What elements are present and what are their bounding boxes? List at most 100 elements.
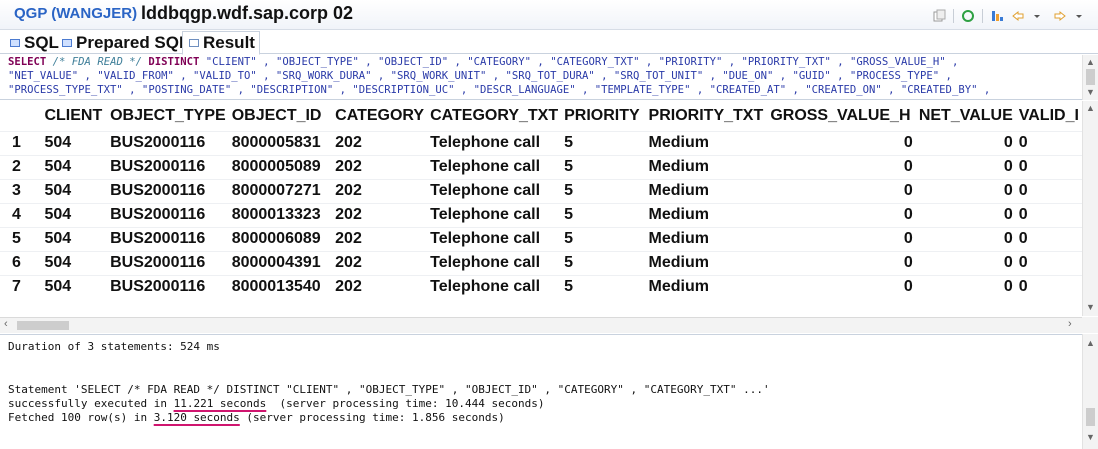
table-cell[interactable]: BUS2000116 (107, 274, 229, 299)
table-row[interactable]: 1 504 BUS2000116 8000005831 202 Telephone cal… (0, 130, 1082, 155)
table-cell[interactable]: 504 (41, 250, 108, 275)
row-number[interactable]: 2 (0, 154, 42, 179)
grid-vertical-scrollbar[interactable]: ▲ ▼ (1082, 101, 1098, 316)
table-cell[interactable]: 5 (561, 250, 646, 275)
table-cell[interactable]: 8000006089 (228, 226, 333, 251)
table-row[interactable]: 6 504 BUS2000116 8000004391 202 Telephone cal… (0, 250, 1082, 275)
tab-sql[interactable]: SQL (4, 32, 63, 54)
table-cell[interactable]: 504 (41, 154, 108, 179)
column-header[interactable]: PRIORITY (561, 101, 645, 131)
table-cell[interactable]: Medium (645, 178, 768, 203)
row-number[interactable]: 7 (0, 274, 42, 299)
table-cell[interactable]: 8000013323 (228, 202, 333, 227)
table-cell[interactable]: Medium (645, 130, 768, 155)
table-cell[interactable]: 8000005831 (228, 130, 333, 155)
table-cell[interactable]: 0 (1015, 178, 1082, 203)
table-cell[interactable]: 0 (915, 226, 1016, 251)
table-cell[interactable]: 5 (561, 130, 646, 155)
row-number[interactable]: 5 (0, 226, 42, 251)
table-cell[interactable]: Telephone call (427, 154, 562, 179)
forward-arrow-icon[interactable] (1053, 9, 1067, 23)
table-cell[interactable]: 504 (41, 226, 108, 251)
column-header[interactable]: OBJECT_TYPE (107, 101, 229, 131)
table-cell[interactable]: 8000013540 (228, 274, 333, 299)
column-header[interactable]: CATEGORY_TXT (427, 101, 561, 131)
table-cell[interactable]: 5 (561, 226, 646, 251)
column-header[interactable]: NET_VALUE (916, 101, 1016, 131)
table-cell[interactable]: BUS2000116 (107, 178, 229, 203)
table-cell[interactable]: 5 (561, 274, 646, 299)
table-cell[interactable]: 0 (915, 130, 1016, 155)
scroll-up-icon[interactable]: ▲ (1086, 103, 1095, 113)
scroll-right-icon[interactable]: › (1068, 318, 1072, 330)
log-vertical-scrollbar[interactable]: ▲ ▼ (1082, 334, 1098, 449)
tab-prepared-sql[interactable]: Prepared SQL (56, 32, 193, 54)
row-number[interactable]: 6 (0, 250, 42, 275)
row-number[interactable]: 4 (0, 202, 42, 227)
scroll-up-icon[interactable]: ▲ (1086, 57, 1095, 67)
table-cell[interactable]: 0 (767, 226, 916, 251)
sql-vertical-scrollbar[interactable]: ▲ ▼ (1082, 55, 1098, 100)
table-cell[interactable]: 0 (767, 130, 916, 155)
table-cell[interactable]: 0 (767, 250, 916, 275)
table-cell[interactable]: 504 (41, 274, 108, 299)
table-row[interactable]: 7 504 BUS2000116 8000013540 202 Telephone cal… (0, 274, 1082, 299)
table-cell[interactable]: 8000007271 (228, 178, 333, 203)
table-row[interactable]: 3 504 BUS2000116 8000007271 202 Telephone cal… (0, 178, 1082, 203)
column-header[interactable]: GROSS_VALUE_H (767, 101, 916, 131)
table-cell[interactable]: 0 (767, 154, 916, 179)
table-cell[interactable]: BUS2000116 (107, 202, 229, 227)
table-cell[interactable]: Telephone call (427, 226, 562, 251)
table-cell[interactable]: 5 (561, 154, 646, 179)
column-header[interactable]: OBJECT_ID (229, 101, 332, 131)
export-icon[interactable] (990, 9, 1004, 23)
scroll-down-icon[interactable]: ▼ (1086, 302, 1095, 312)
chevron-down-icon[interactable] (1074, 9, 1088, 23)
column-header[interactable]: CLIENT (41, 101, 107, 131)
grid-horizontal-scrollbar[interactable]: ‹ › (0, 317, 1082, 333)
table-cell[interactable]: Medium (645, 154, 768, 179)
scroll-thumb[interactable] (17, 321, 69, 330)
table-cell[interactable]: BUS2000116 (107, 130, 229, 155)
table-cell[interactable]: Telephone call (427, 178, 562, 203)
table-cell[interactable]: Medium (645, 202, 768, 227)
table-cell[interactable]: 0 (915, 274, 1016, 299)
table-cell[interactable]: 0 (767, 178, 916, 203)
table-cell[interactable]: 0 (1015, 130, 1082, 155)
table-cell[interactable]: 202 (332, 274, 428, 299)
table-cell[interactable]: 0 (1015, 274, 1082, 299)
table-cell[interactable]: Telephone call (427, 202, 562, 227)
table-cell[interactable]: 0 (767, 274, 916, 299)
table-cell[interactable]: BUS2000116 (107, 226, 229, 251)
scroll-left-icon[interactable]: ‹ (4, 318, 8, 330)
table-cell[interactable]: 0 (1015, 250, 1082, 275)
back-arrow-icon[interactable] (1011, 9, 1025, 23)
chevron-down-icon[interactable] (1032, 9, 1046, 23)
table-cell[interactable]: 202 (332, 226, 428, 251)
table-cell[interactable]: 5 (561, 202, 646, 227)
sql-statement-view[interactable]: SELECT /* FDA READ */ DISTINCT "CLIENT" … (0, 55, 1098, 100)
table-row[interactable]: 2 504 BUS2000116 8000005089 202 Telephone cal… (0, 154, 1082, 179)
table-cell[interactable]: 0 (915, 154, 1016, 179)
table-cell[interactable]: 0 (767, 202, 916, 227)
scroll-down-icon[interactable]: ▼ (1086, 87, 1095, 97)
table-cell[interactable]: Medium (645, 250, 768, 275)
table-cell[interactable]: 504 (41, 202, 108, 227)
scroll-up-icon[interactable]: ▲ (1086, 338, 1095, 348)
table-cell[interactable]: BUS2000116 (107, 154, 229, 179)
table-cell[interactable]: 8000005089 (228, 154, 333, 179)
table-cell[interactable]: Telephone call (427, 274, 562, 299)
scroll-thumb[interactable] (1086, 408, 1095, 426)
table-row[interactable]: 4 504 BUS2000116 8000013323 202 Telephone cal… (0, 202, 1082, 227)
table-cell[interactable]: 504 (41, 130, 108, 155)
scroll-down-icon[interactable]: ▼ (1086, 432, 1095, 442)
scroll-thumb[interactable] (1086, 69, 1095, 85)
result-grid[interactable]: CLIENT OBJECT_TYPE OBJECT_ID CATEGORY CA… (0, 101, 1082, 316)
table-cell[interactable]: 8000004391 (228, 250, 333, 275)
table-row[interactable]: 5 504 BUS2000116 8000006089 202 Telephone cal… (0, 226, 1082, 251)
tab-result[interactable]: Result (182, 31, 260, 55)
table-cell[interactable]: 202 (332, 178, 428, 203)
column-header[interactable]: PRIORITY_TXT (646, 101, 768, 131)
table-cell[interactable]: 0 (1015, 154, 1082, 179)
copy-icon[interactable] (932, 9, 946, 23)
